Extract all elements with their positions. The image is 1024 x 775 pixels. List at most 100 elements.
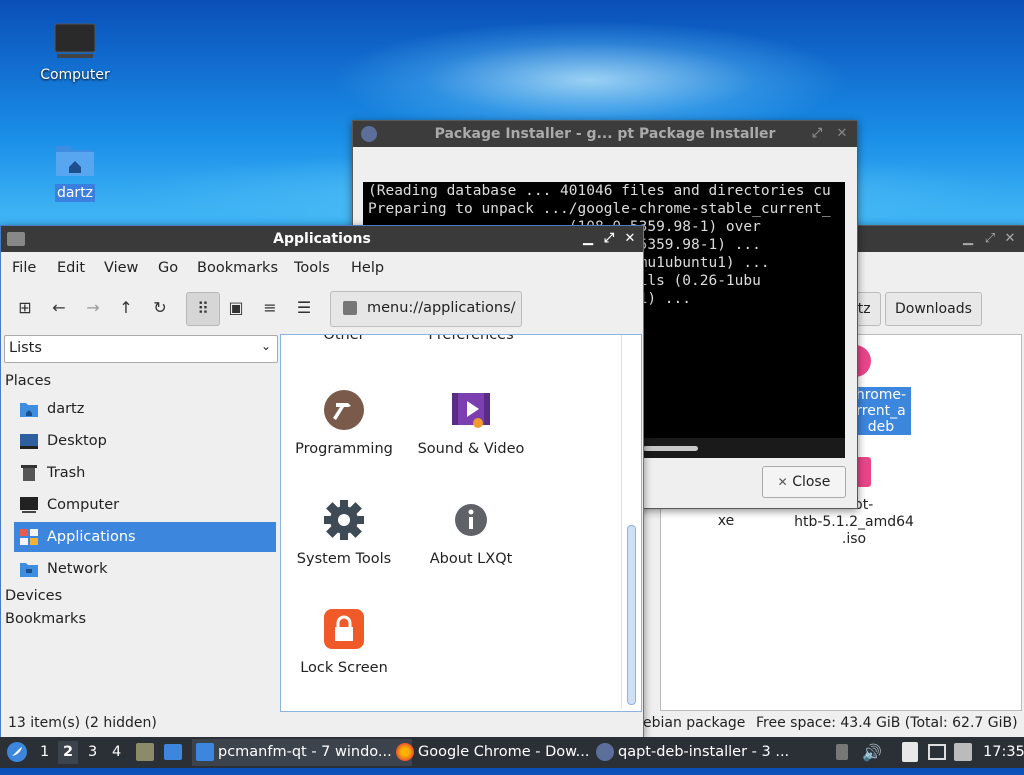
new-tab-icon[interactable]: ⊞ (9, 292, 41, 324)
bookmarks-section-header[interactable]: Bookmarks (5, 611, 86, 627)
task-qapt-installer[interactable]: qapt-deb-installer - 3 ... (592, 739, 812, 766)
scrollbar-thumb[interactable] (643, 446, 698, 451)
icon-view-icon[interactable]: ⠿ (186, 292, 220, 326)
terminal-line: (Reading database ... 401046 files and d… (368, 183, 831, 199)
address-text: menu://applications/ (367, 300, 516, 316)
installer-icon (596, 743, 614, 761)
clipboard-icon[interactable] (902, 742, 918, 762)
home-folder-icon (20, 403, 38, 417)
file-label[interactable]: xe (701, 513, 751, 529)
up-arrow-icon[interactable]: ↑ (110, 292, 142, 324)
file-label-line: deb (867, 419, 895, 435)
address-bar[interactable]: menu://applications/ (330, 291, 522, 327)
menu-bar: File Edit View Go Bookmarks Tools Help (1, 252, 641, 284)
task-label: pcmanfm-qt - 7 windo... (218, 744, 392, 760)
scrollbar-thumb[interactable] (627, 525, 636, 705)
menu-edit[interactable]: Edit (57, 260, 85, 276)
task-label: Google Chrome - Dow... (418, 744, 590, 760)
desktop-icon-label: Computer (40, 67, 110, 83)
file-label-line: rrent_a (856, 403, 906, 419)
app-item-preferences[interactable]: Preferences (408, 335, 534, 343)
show-desktop-icon[interactable] (164, 744, 182, 760)
computer-icon (54, 23, 96, 58)
close-button-label: Close (792, 474, 831, 490)
status-free-space: Free space: 43.4 GiB (Total: 62.7 GiB) (756, 715, 1018, 731)
task-chrome[interactable]: Google Chrome - Dow... (392, 739, 612, 766)
app-item-lock-screen[interactable]: Lock Screen (281, 608, 407, 676)
back-arrow-icon[interactable]: ← (43, 292, 75, 324)
desktop-computer-shortcut[interactable]: Computer (35, 22, 115, 84)
sidebar-item-label: Applications (47, 529, 136, 545)
task-pcmanfm[interactable]: pcmanfm-qt - 7 windo... (192, 739, 412, 766)
minimize-icon[interactable]: ▁ (579, 230, 597, 248)
info-icon (455, 504, 487, 536)
menu-file[interactable]: File (12, 260, 36, 276)
desktop-icon (20, 434, 38, 449)
app-item-about-lxqt[interactable]: About LXQt (408, 499, 534, 567)
clock[interactable]: 17:35 (983, 737, 1024, 768)
close-icon[interactable]: ✕ (1001, 230, 1019, 248)
location-icon (343, 301, 357, 315)
forward-arrow-icon[interactable]: → (77, 292, 109, 324)
sidebar-item-computer[interactable]: Computer (14, 490, 276, 520)
app-item-other[interactable]: Other (281, 335, 407, 343)
close-button[interactable]: ✕ Close (762, 466, 846, 498)
workspace-2[interactable]: 2 (58, 741, 78, 764)
tray-expand-icon[interactable] (836, 744, 848, 760)
network-icon[interactable] (928, 744, 946, 760)
app-item-programming[interactable]: Programming (281, 389, 407, 457)
menu-bookmarks[interactable]: Bookmarks (197, 260, 278, 276)
sidebar-item-label: Network (47, 561, 108, 577)
minimize-icon[interactable]: ▁ (959, 230, 977, 248)
task-label: qapt-deb-installer - 3 ... (618, 744, 790, 760)
compact-view-icon[interactable]: ≡ (254, 292, 286, 324)
desktop-home-shortcut[interactable]: dartz (35, 140, 115, 202)
sidebar-item-applications[interactable]: Applications (14, 522, 276, 552)
path-button-downloads[interactable]: Downloads (885, 292, 982, 326)
side-pane-mode-select[interactable]: Lists ⌄ (4, 335, 278, 363)
maximize-icon[interactable]: ⤢ (981, 230, 999, 248)
sidebar-item-network[interactable]: Network (14, 554, 276, 584)
app-item-label: Sound & Video (417, 441, 525, 457)
app-item-label: About LXQt (429, 551, 513, 567)
sidebar-item-dartz[interactable]: dartz (14, 394, 276, 424)
folder-icon (196, 743, 214, 761)
window-titlebar[interactable]: Package Installer - g... pt Package Inst… (353, 121, 857, 147)
workspace-4[interactable]: 4 (112, 737, 121, 768)
volume-icon[interactable]: 🔊 (862, 737, 882, 768)
window-title: Package Installer - g... pt Package Inst… (434, 126, 776, 142)
applications-icon-view[interactable]: Other Preferences Programming Sound & Vi… (280, 334, 642, 712)
update-notifier-icon[interactable] (954, 743, 972, 761)
close-icon[interactable]: ✕ (833, 125, 851, 143)
sidebar-item-label: Desktop (47, 433, 107, 449)
sidebar-item-desktop[interactable]: Desktop (14, 426, 276, 456)
vertical-scrollbar[interactable] (621, 335, 640, 709)
start-menu-icon[interactable] (6, 741, 28, 763)
reload-icon[interactable]: ↻ (144, 292, 176, 324)
places-section-header[interactable]: Places (5, 373, 51, 389)
menu-tools[interactable]: Tools (294, 260, 330, 276)
devices-section-header[interactable]: Devices (5, 588, 62, 604)
app-item-sound-video[interactable]: Sound & Video (408, 389, 534, 457)
menu-go[interactable]: Go (158, 260, 178, 276)
system-tools-gear-icon (324, 500, 364, 540)
archive-launcher-icon[interactable] (136, 743, 154, 761)
chevron-down-icon: ⌄ (260, 339, 271, 353)
sidebar-item-label: dartz (47, 401, 85, 417)
app-item-system-tools[interactable]: System Tools (281, 499, 407, 567)
maximize-icon[interactable]: ⤢ (808, 125, 826, 143)
sidebar-item-trash[interactable]: Trash (14, 458, 276, 488)
file-label-selected[interactable]: hrome- rrent_a deb (851, 387, 911, 435)
workspace-1[interactable]: 1 (40, 737, 49, 768)
status-item-count: 13 item(s) (2 hidden) (8, 715, 157, 731)
detailed-list-view-icon[interactable]: ☰ (288, 292, 320, 324)
menu-help[interactable]: Help (351, 260, 384, 276)
window-titlebar[interactable]: Applications ▁ ⤢ ✕ (1, 226, 643, 252)
menu-view[interactable]: View (104, 260, 138, 276)
thumbnail-view-icon[interactable]: ▣ (220, 292, 252, 324)
lock-screen-icon (324, 609, 364, 649)
workspace-3[interactable]: 3 (88, 737, 97, 768)
maximize-icon[interactable]: ⤢ (600, 230, 618, 248)
close-icon[interactable]: ✕ (621, 230, 639, 248)
status-file-type: ebian package (643, 715, 746, 731)
